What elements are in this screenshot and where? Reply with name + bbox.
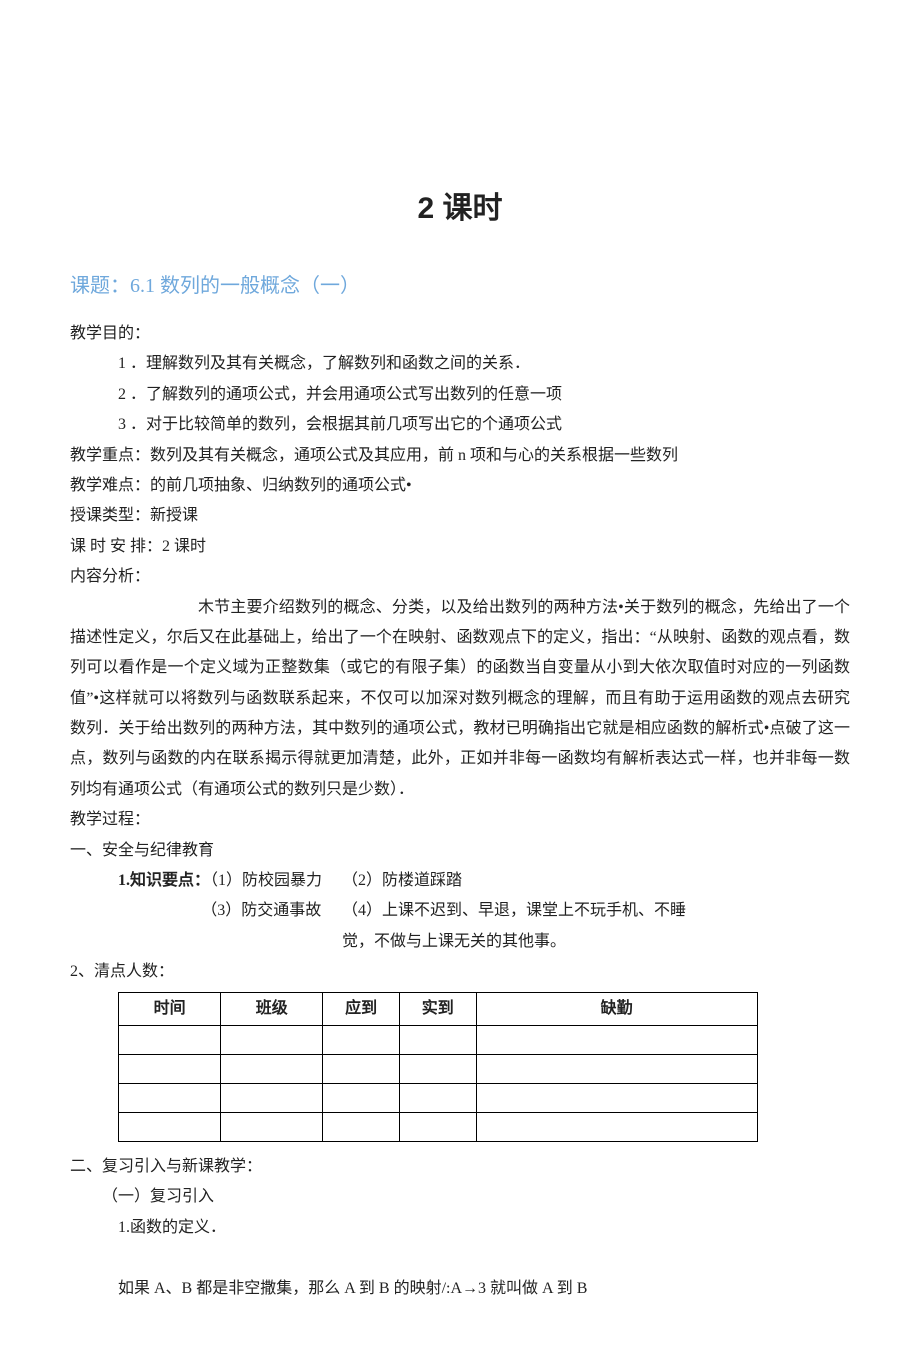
goal-2: 2 ．了解数列的通项公式，并会用通项公式写出数列的任意一项 [70, 380, 850, 410]
hours-line: 课 时 安 排：2 课时 [70, 532, 850, 562]
kp-b: （2）防楼道踩踏 [342, 866, 566, 896]
focus-label: 教学重点： [70, 447, 150, 464]
goal-3: 3 ．对于比较简单的数列，会根据其前几项写出它的个通项公式 [70, 410, 850, 440]
col-abs-header: 缺勤 [476, 992, 757, 1025]
analysis-label: 内容分析： [70, 562, 850, 592]
col-class-header: 班级 [221, 992, 323, 1025]
analysis-body: 木节主要介绍数列的概念、分类，以及给出数列的两种方法•关于数列的概念，先给出了一… [70, 593, 850, 806]
col-time-header: 时间 [119, 992, 221, 1025]
difficulty-label: 教学难点： [70, 477, 150, 494]
table-header-row: 时间 班级 应到 实到 缺勤 [119, 992, 758, 1025]
table-row [119, 1112, 758, 1141]
kp-label-and-a: 1.知识要点：（1）防校园暴力 [118, 866, 342, 896]
review-item-1: 1.函数的定义． [70, 1213, 850, 1243]
hours-label: 课 时 安 排： [70, 538, 162, 555]
kp-label: 1.知识要点： [118, 872, 210, 889]
table-row [119, 1025, 758, 1054]
review-para: 如果 A、B 都是非空撒集，那么 A 到 B 的映射/:A→3 就叫做 A 到 … [70, 1274, 850, 1304]
topic-line: 课题：6.1 数列的一般概念（一） [70, 267, 850, 305]
kp-a: （1）防校园暴力 [210, 872, 322, 889]
page-title: 2 课时 [70, 180, 850, 237]
table-row [119, 1083, 758, 1112]
hours-text: 2 课时 [162, 538, 206, 555]
section-b-heading: 二、复习引入与新课教学： [70, 1152, 850, 1182]
difficulty-line: 教学难点：的前几项抽象、归纳数列的通项公式• [70, 471, 850, 501]
course-type-label: 授课类型： [70, 507, 150, 524]
difficulty-text: 的前几项抽象、归纳数列的通项公式• [150, 477, 412, 494]
topic-label: 课题： [70, 275, 130, 297]
kp-d-tail: 觉，不做与上课无关的其他事。 [70, 927, 850, 957]
review-head: （一）复习引入 [70, 1182, 850, 1212]
goal-1: 1 ．理解数列及其有关概念，了解数列和函数之间的关系． [70, 349, 850, 379]
course-type-line: 授课类型：新授课 [70, 501, 850, 531]
course-type-text: 新授课 [150, 507, 198, 524]
focus-text: 数列及其有关概念，通项公式及其应用，前 n 项和与心的关系根据一些数列 [150, 447, 678, 464]
table-row [119, 1054, 758, 1083]
col-act-header: 实到 [399, 992, 476, 1025]
process-label: 教学过程： [70, 805, 850, 835]
knowledge-row-1: 1.知识要点：（1）防校园暴力 （2）防楼道踩踏 [70, 866, 850, 896]
attendance-label: 2、清点人数： [70, 957, 850, 987]
goals-label: 教学目的： [70, 319, 850, 349]
focus-line: 教学重点：数列及其有关概念，通项公式及其应用，前 n 项和与心的关系根据一些数列 [70, 441, 850, 471]
kp-c: （3）防交通事故 [118, 896, 342, 926]
attendance-table: 时间 班级 应到 实到 缺勤 [118, 992, 758, 1142]
col-due-header: 应到 [323, 992, 400, 1025]
section-a-heading: 一、安全与纪律教育 [70, 836, 850, 866]
topic-body: 6.1 数列的一般概念（一） [130, 275, 360, 297]
knowledge-row-2: （3）防交通事故 （4）上课不迟到、早退，课堂上不玩手机、不睡 [70, 896, 850, 926]
kp-d: （4）上课不迟到、早退，课堂上不玩手机、不睡 [342, 896, 694, 926]
